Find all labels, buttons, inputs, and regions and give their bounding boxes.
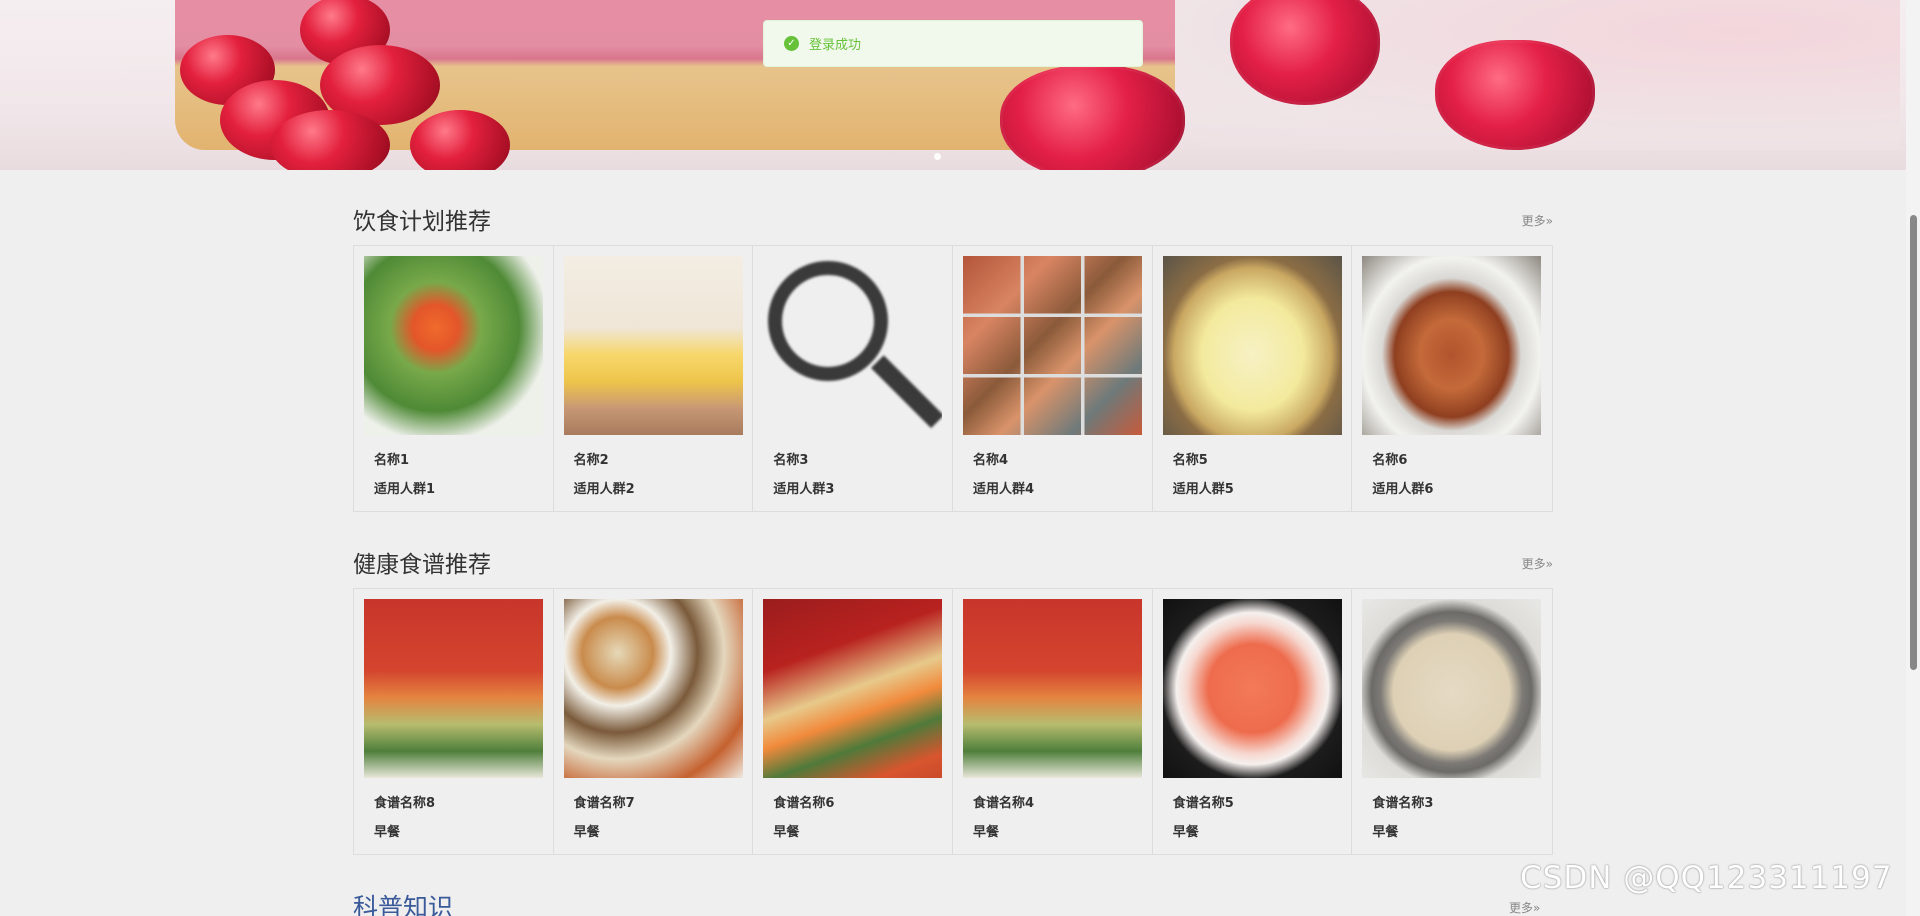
card-image[interactable] — [563, 599, 743, 778]
more-link[interactable]: 更多» — [1509, 899, 1540, 916]
card-image[interactable] — [563, 256, 743, 435]
card-image[interactable] — [364, 256, 543, 435]
section-header: 饮食计划推荐 更多» — [353, 202, 1553, 242]
card-image[interactable] — [763, 599, 943, 778]
card-image[interactable] — [1162, 599, 1342, 778]
diet-plan-section: 饮食计划推荐 更多» 名称1 适用人群1 名称2 适用人群2 名称3 适用人群3 — [353, 202, 1553, 514]
watermark: CSDN @QQ123311197 — [1520, 860, 1893, 896]
card-name: 名称3 — [773, 453, 809, 468]
login-success-toast: ✓ 登录成功 — [763, 20, 1143, 67]
card-name: 名称4 — [973, 453, 1009, 468]
check-circle-icon: ✓ — [784, 36, 799, 51]
card-subtitle: 适用人群1 — [374, 482, 436, 497]
card-subtitle: 适用人群3 — [773, 482, 835, 497]
card-subtitle: 适用人群2 — [573, 482, 635, 497]
card-name: 名称2 — [573, 453, 609, 468]
card-image[interactable] — [364, 599, 543, 778]
vertical-scrollbar[interactable] — [1906, 0, 1920, 916]
more-link[interactable]: 更多» — [1522, 555, 1553, 572]
card-name: 食谱名称6 — [773, 796, 835, 811]
section-title: 饮食计划推荐 — [353, 209, 491, 235]
recipe-card[interactable]: 食谱名称7 早餐 — [554, 589, 754, 854]
page: ✓ 登录成功 饮食计划推荐 更多» 名称1 适用人群1 名称2 适用人群2 名称… — [0, 0, 1920, 916]
card-subtitle: 适用人群4 — [973, 482, 1035, 497]
search-icon-handle — [871, 355, 943, 429]
card-subtitle: 早餐 — [973, 825, 1000, 840]
card-name: 食谱名称7 — [573, 796, 635, 811]
card-subtitle: 早餐 — [1372, 825, 1399, 840]
card-image[interactable] — [1362, 599, 1542, 778]
diet-plan-card[interactable]: 名称3 适用人群3 — [753, 246, 954, 511]
card-name: 食谱名称3 — [1372, 796, 1434, 811]
section-header: 健康食谱推荐 更多» — [353, 545, 1553, 585]
card-subtitle: 适用人群6 — [1372, 482, 1434, 497]
recipe-card[interactable]: 食谱名称3 早餐 — [1352, 589, 1552, 854]
card-name: 食谱名称4 — [973, 796, 1035, 811]
carousel-indicator-dot[interactable] — [934, 153, 941, 160]
recipe-card[interactable]: 食谱名称4 早餐 — [953, 589, 1153, 854]
card-name: 食谱名称8 — [374, 796, 436, 811]
card-name: 名称5 — [1172, 453, 1208, 468]
recipe-card[interactable]: 食谱名称6 早餐 — [753, 589, 954, 854]
raspberry-image — [1000, 65, 1185, 170]
card-image[interactable] — [963, 256, 1143, 435]
scrollbar-thumb[interactable] — [1910, 215, 1917, 670]
diet-plan-card[interactable]: 名称6 适用人群6 — [1352, 246, 1552, 511]
section-title: 健康食谱推荐 — [353, 552, 491, 578]
card-name: 名称1 — [374, 453, 410, 468]
card-image[interactable] — [763, 256, 943, 435]
toast-message: 登录成功 — [809, 38, 862, 53]
recipe-section: 健康食谱推荐 更多» 食谱名称8 早餐 食谱名称7 早餐 食谱名称6 早餐 食谱… — [353, 545, 1553, 857]
recipe-card[interactable]: 食谱名称5 早餐 — [1153, 589, 1353, 854]
section-title: 科普知识 — [353, 893, 454, 916]
card-subtitle: 早餐 — [773, 825, 800, 840]
card-subtitle: 早餐 — [374, 825, 401, 840]
diet-plan-card[interactable]: 名称2 适用人群2 — [554, 246, 754, 511]
card-image[interactable] — [1362, 256, 1542, 435]
diet-plan-card[interactable]: 名称4 适用人群4 — [953, 246, 1153, 511]
card-name: 名称6 — [1372, 453, 1408, 468]
card-name: 食谱名称5 — [1172, 796, 1234, 811]
card-image[interactable] — [1162, 256, 1342, 435]
card-grid: 食谱名称8 早餐 食谱名称7 早餐 食谱名称6 早餐 食谱名称4 早餐 食谱名称… — [353, 588, 1553, 855]
card-subtitle: 早餐 — [573, 825, 600, 840]
diet-plan-card[interactable]: 名称1 适用人群1 — [354, 246, 554, 511]
card-image[interactable] — [963, 599, 1143, 778]
card-subtitle: 适用人群5 — [1172, 482, 1234, 497]
more-link[interactable]: 更多» — [1522, 212, 1553, 229]
raspberry-image — [1435, 40, 1595, 150]
diet-plan-card[interactable]: 名称5 适用人群5 — [1153, 246, 1353, 511]
search-icon — [768, 261, 889, 381]
card-subtitle: 早餐 — [1172, 825, 1199, 840]
recipe-card[interactable]: 食谱名称8 早餐 — [354, 589, 554, 854]
card-grid: 名称1 适用人群1 名称2 适用人群2 名称3 适用人群3 名称4 适用人群4 — [353, 245, 1553, 512]
